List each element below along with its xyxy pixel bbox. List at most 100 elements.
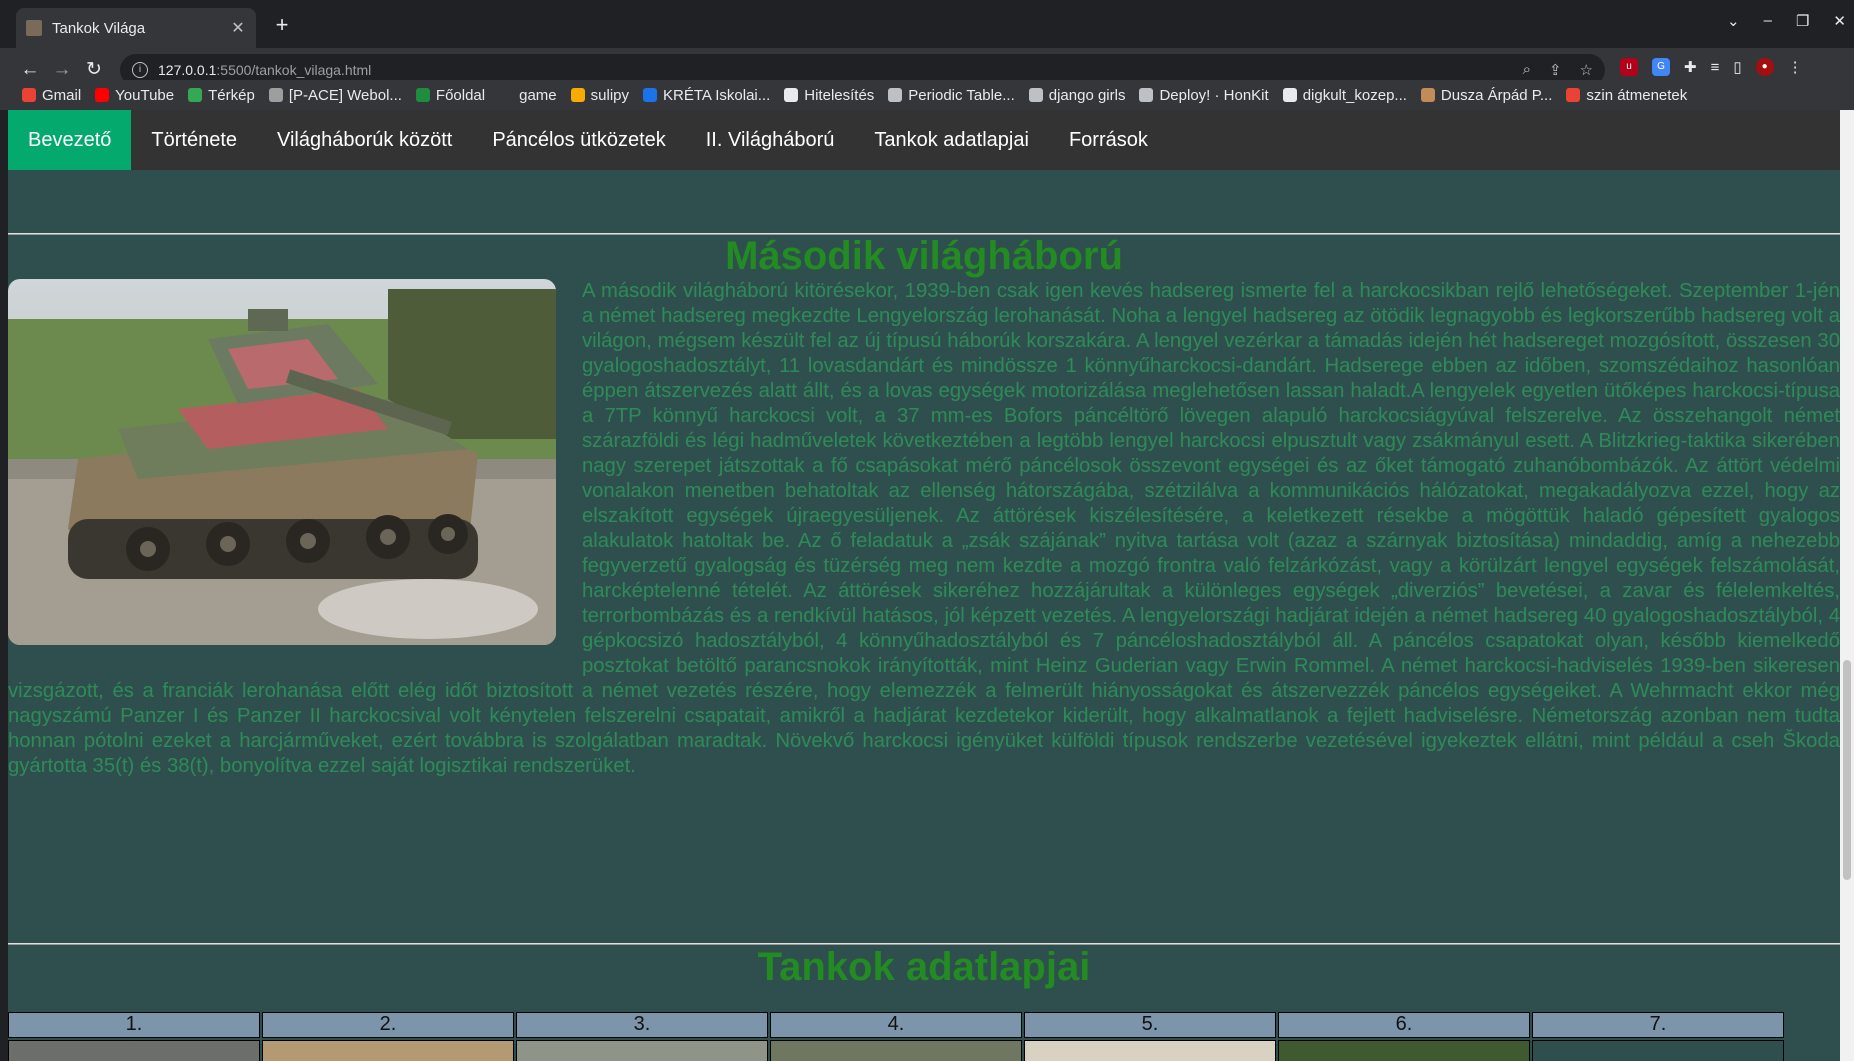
bookmark-label: sulipy — [590, 86, 629, 104]
bookmark-item[interactable]: Főoldal — [415, 86, 486, 104]
bookmark-favicon-icon — [499, 88, 514, 102]
bookmark-item[interactable]: Hitelesítés — [784, 87, 874, 104]
tank-favicon-icon — [26, 20, 42, 36]
close-tab-icon[interactable]: ✕ — [230, 18, 246, 38]
bookmark-favicon-icon — [188, 88, 203, 102]
back-icon[interactable]: ← — [18, 58, 42, 82]
tank-thumbnail[interactable] — [516, 1040, 768, 1061]
section-title-datasheets: Tankok adatlapjai — [757, 945, 1091, 989]
table-header-cell: 2. — [262, 1012, 514, 1038]
bookmarks-bar: Gmail YouTube Térkép [P-ACE] Webol... Főolda… — [0, 80, 1854, 110]
table-column: 6. — [1278, 1012, 1530, 1061]
browser-tab[interactable]: Tankok Világa ✕ — [16, 8, 256, 48]
nav-link[interactable]: Források — [1049, 110, 1168, 170]
table-column: 3. — [516, 1012, 768, 1061]
ublock-extension-icon[interactable]: u — [1620, 58, 1638, 76]
close-window-icon[interactable]: ✕ — [1833, 12, 1846, 30]
bookmark-item[interactable]: Dusza Árpád P... — [1420, 86, 1553, 104]
bookmark-favicon-icon — [415, 88, 430, 102]
bookmark-item[interactable]: szin átmenetek — [1566, 87, 1687, 104]
bookmark-favicon-icon — [1139, 88, 1154, 102]
page-viewport: Bevezető Története Világháborúk között Pánc… — [8, 110, 1840, 1061]
nav-link[interactable]: II. Világháború — [686, 110, 855, 170]
bookmark-favicon-icon — [22, 88, 36, 102]
ww2-article: A második világháború kitörésekor, 1939-… — [8, 279, 1840, 779]
table-header-cell: 4. — [770, 1012, 1022, 1038]
minimize-icon[interactable]: – — [1764, 12, 1772, 30]
tab-title: Tankok Világa — [52, 19, 146, 37]
bookmark-label: [P-ACE] Webol... — [288, 86, 402, 104]
table-column: 1. — [8, 1012, 260, 1061]
bookmark-label: Gmail — [42, 86, 82, 104]
bookmark-item[interactable]: Deploy! · HonKit — [1139, 87, 1269, 104]
tab-search-icon[interactable]: ⌄ — [1727, 12, 1740, 30]
url-host: 127.0.0.1 — [158, 62, 217, 78]
bookmark-item[interactable]: game — [499, 87, 557, 104]
bookmark-item[interactable]: [P-ACE] Webol... — [268, 86, 402, 104]
menu-kebab-icon[interactable]: ⋮ — [1788, 58, 1803, 76]
bookmark-favicon-icon — [888, 88, 903, 102]
bookmark-star-icon[interactable]: ☆ — [1580, 61, 1593, 79]
table-header-cell: 1. — [8, 1012, 260, 1038]
tank-photo — [8, 279, 556, 645]
bookmark-item[interactable]: django girls — [1028, 86, 1126, 104]
zoom-icon[interactable]: ⌕ — [1523, 61, 1531, 79]
url-path: :5500/tankok_vilaga.html — [216, 62, 372, 78]
bookmark-label: szin átmenetek — [1586, 86, 1688, 104]
extensions-puzzle-icon[interactable]: ✚ — [1684, 58, 1697, 76]
bookmark-label: Periodic Table... — [908, 86, 1015, 104]
bookmark-label: django girls — [1048, 86, 1126, 104]
tank-thumbnail[interactable] — [1278, 1040, 1530, 1061]
bookmark-label: Főoldal — [435, 86, 486, 104]
bookmark-label: Térkép — [208, 86, 255, 104]
forward-icon[interactable]: → — [50, 58, 74, 82]
side-panel-icon[interactable]: ▯ — [1733, 58, 1741, 76]
bookmark-label: game — [519, 86, 557, 104]
bookmark-label: Hitelesítés — [804, 86, 875, 104]
reload-icon[interactable]: ↻ — [82, 58, 106, 82]
tab-strip: Tankok Világa ✕ + ⌄ – ❐ ✕ — [0, 0, 1854, 48]
bookmark-item[interactable]: sulipy — [570, 86, 629, 104]
reading-list-icon[interactable]: ≡ — [1711, 59, 1720, 76]
bookmark-favicon-icon — [268, 88, 283, 102]
bookmark-favicon-icon — [1566, 88, 1581, 102]
bookmark-item[interactable]: Térkép — [188, 87, 255, 104]
nav-link[interactable]: Világháborúk között — [257, 110, 472, 170]
bookmark-label: Dusza Árpád P... — [1440, 86, 1553, 104]
bookmark-label: KRÉTA Iskolai... — [663, 86, 771, 104]
bookmark-label: YouTube — [115, 86, 175, 104]
tank-thumbnail[interactable] — [1024, 1040, 1276, 1061]
site-navigation: Bevezető Története Világháborúk között Pánc… — [8, 110, 1840, 170]
table-column: 7. — [1532, 1012, 1784, 1061]
translate-extension-icon[interactable]: G — [1652, 58, 1670, 76]
bookmark-item[interactable]: digkult_kozep... — [1282, 87, 1407, 104]
table-header-cell: 5. — [1024, 1012, 1276, 1038]
bookmark-item[interactable]: Periodic Table... — [888, 86, 1015, 104]
bookmark-item[interactable]: Gmail — [22, 87, 81, 104]
bookmark-favicon-icon — [1282, 88, 1297, 102]
nav-link[interactable]: Tankok adatlapjai — [854, 110, 1049, 170]
profile-avatar[interactable]: ● — [1755, 58, 1774, 76]
bookmark-favicon-icon — [95, 88, 110, 102]
site-info-icon[interactable]: i — [132, 62, 148, 78]
window-controls: ⌄ – ❐ ✕ — [1727, 12, 1846, 30]
nav-link[interactable]: Története — [131, 110, 257, 170]
scrollbar-thumb[interactable] — [1843, 660, 1851, 880]
tank-thumbnail[interactable] — [8, 1040, 260, 1061]
tank-datasheet-table: 1. 2. 3. 4. 5. 6. 7. — [8, 1012, 1784, 1061]
share-icon[interactable]: ⇪ — [1549, 61, 1562, 79]
bookmark-favicon-icon — [1028, 88, 1043, 102]
restore-icon[interactable]: ❐ — [1796, 12, 1809, 30]
nav-link[interactable]: Páncélos ütközetek — [472, 110, 685, 170]
bookmark-favicon-icon — [570, 88, 585, 102]
table-header-cell: 7. — [1532, 1012, 1784, 1038]
new-tab-button[interactable]: + — [268, 12, 296, 40]
tank-thumbnail[interactable] — [770, 1040, 1022, 1061]
page-scrollbar[interactable] — [1840, 110, 1854, 1061]
nav-link[interactable]: Bevezető — [8, 110, 132, 170]
tank-thumbnail[interactable] — [262, 1040, 514, 1061]
bookmark-item[interactable]: YouTube — [95, 87, 174, 104]
bookmark-item[interactable]: KRÉTA Iskolai... — [643, 87, 770, 104]
tank-thumbnail[interactable] — [1532, 1040, 1784, 1061]
table-column: 4. — [770, 1012, 1022, 1061]
